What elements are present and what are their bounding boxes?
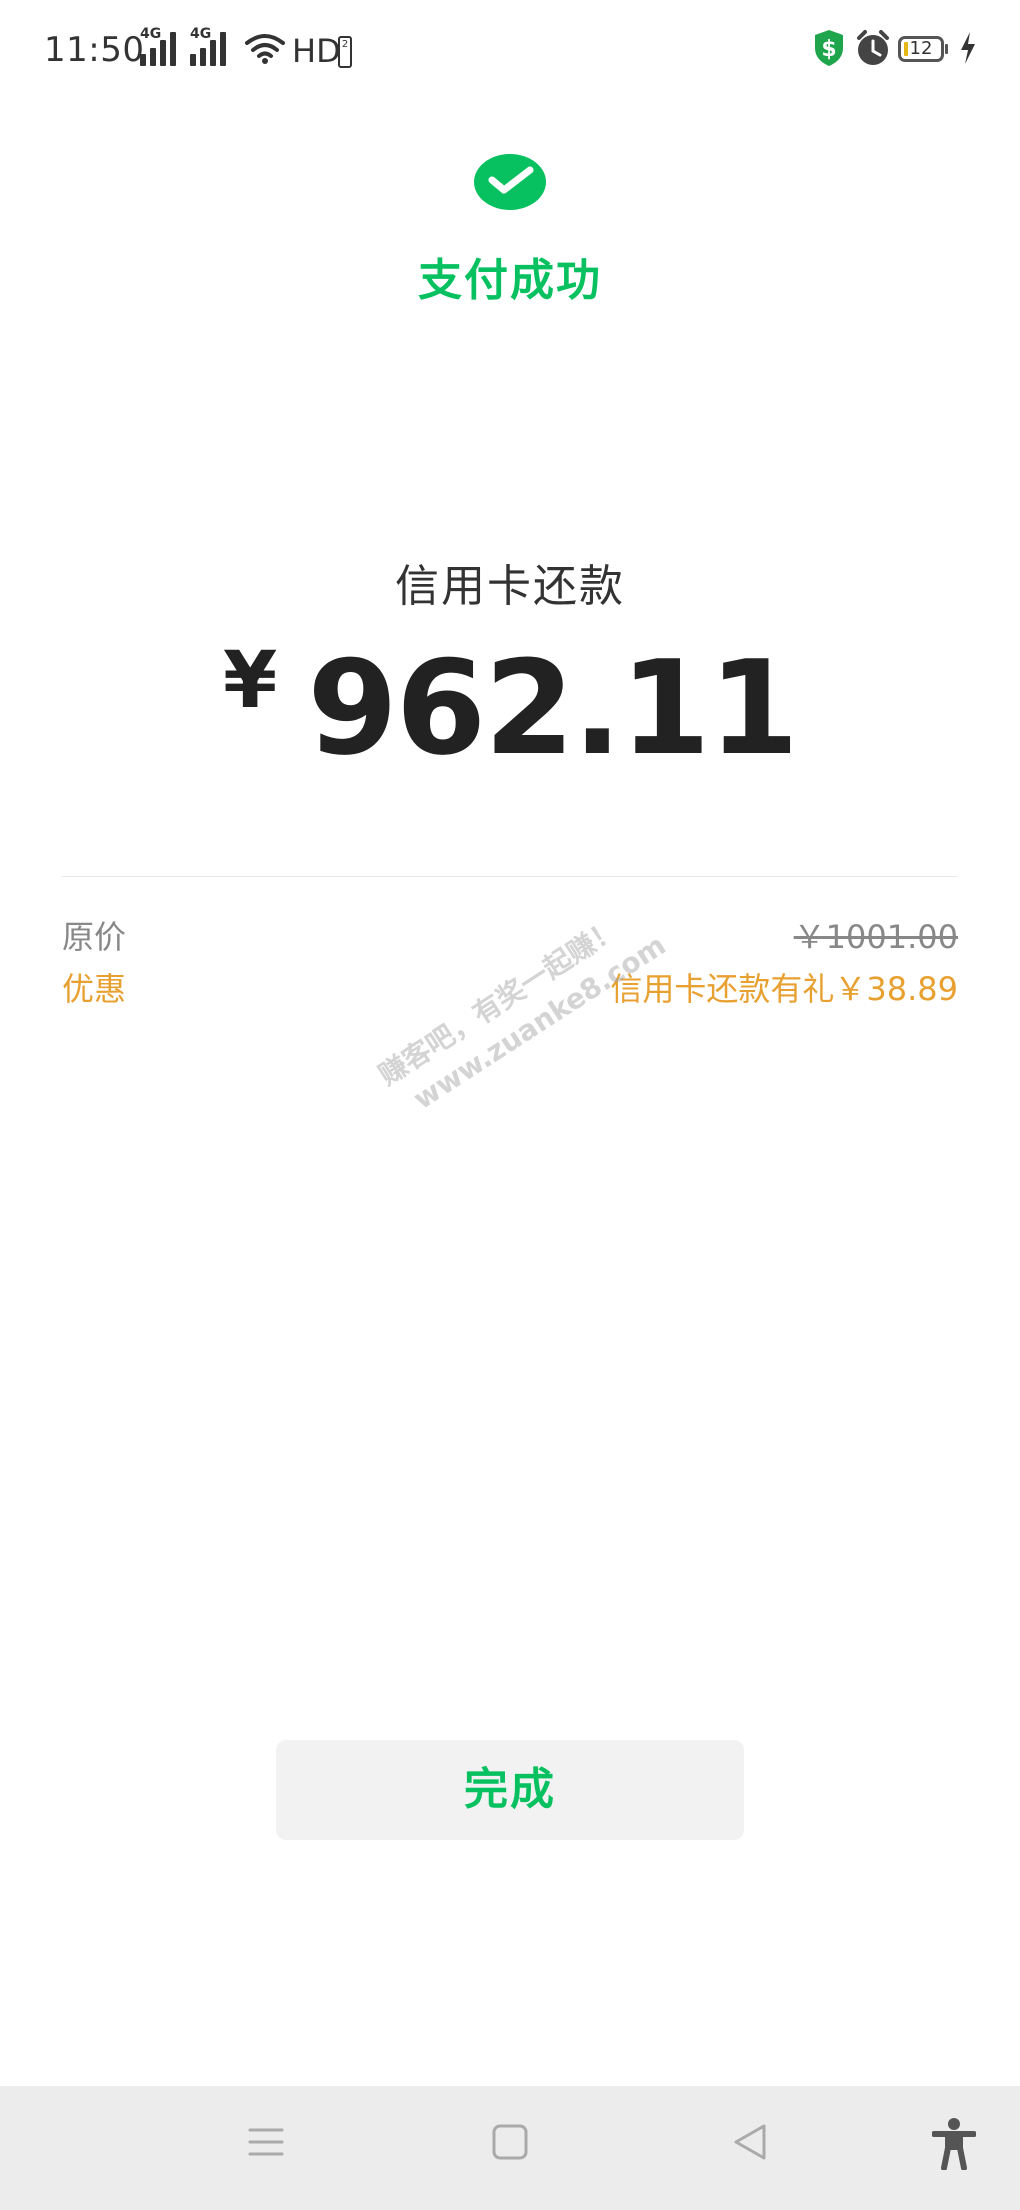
discount-label: 优惠 [62,970,127,1008]
signal-icon: 4G [140,26,182,66]
status-bar: 11:50 4G 4G HD 2 $ 12 [0,0,1020,100]
back-icon[interactable] [730,2122,770,2162]
signal-icon: 4G [190,26,232,66]
discount-value: 信用卡还款有礼￥38.89 [610,970,958,1008]
svg-text:$: $ [821,37,836,62]
battery-icon: 12 [898,36,944,62]
accessibility-icon[interactable] [932,2118,976,2170]
original-price-value: ￥1001.00 [793,918,958,956]
signal-label: 4G [140,26,162,42]
currency-symbol: ¥ [223,636,278,726]
amount-value: 962.11 [307,632,799,784]
divider [62,876,958,877]
menu-icon[interactable] [246,2122,286,2162]
payment-status-title: 支付成功 [418,255,602,306]
original-price-row: 原价 ￥1001.00 [62,912,958,956]
merchant-name: 信用卡还款 [395,561,625,612]
wechat-pay-logo-icon [474,154,546,210]
done-button[interactable]: 完成 [276,1740,744,1840]
original-price-label: 原价 [62,918,127,956]
shield-dollar-icon: $ [815,30,843,66]
signal-label: 4G [190,26,212,42]
battery-level: 12 [909,38,933,59]
hd-label: HD [292,32,341,70]
hd-sub-label: 2 [338,36,352,68]
status-time: 11:50 [44,30,145,70]
charging-bolt-icon [961,32,975,64]
alarm-icon [857,30,889,65]
wifi-icon [245,34,285,64]
home-icon[interactable] [490,2122,530,2162]
payment-amount: ¥962.11 [0,632,1020,784]
system-nav-bar [0,2086,1020,2210]
